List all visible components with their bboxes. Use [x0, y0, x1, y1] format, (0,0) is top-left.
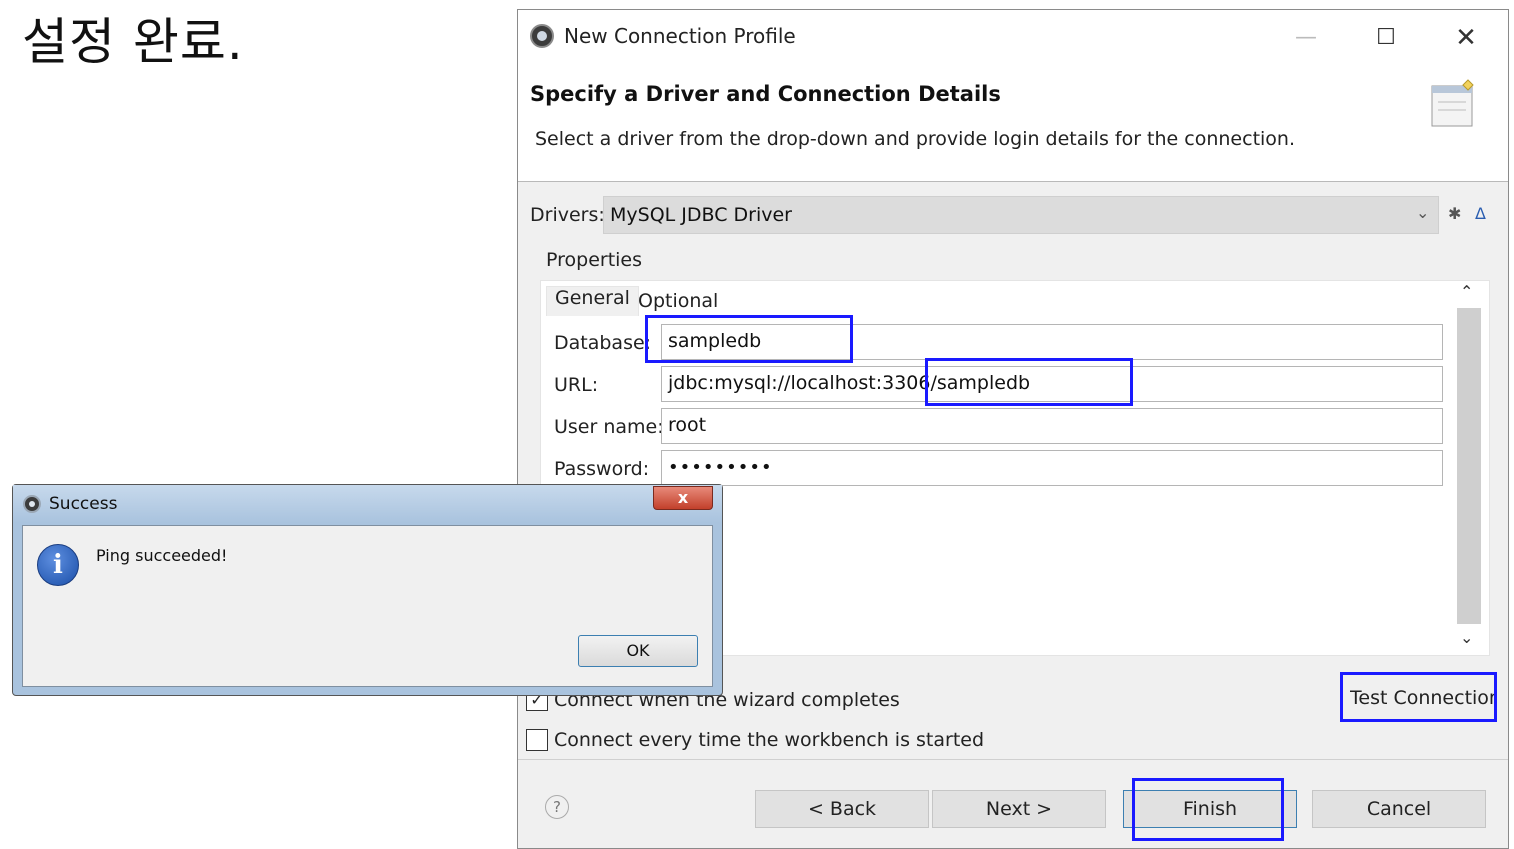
dialog-close-button[interactable]: x [653, 486, 713, 510]
back-button[interactable]: < Back [755, 790, 929, 828]
username-value: root [668, 414, 707, 436]
properties-scrollbar[interactable] [1457, 308, 1481, 624]
footer-divider [518, 759, 1508, 760]
finish-highlight-box [1132, 778, 1284, 841]
wizard-banner-icon [1431, 79, 1474, 127]
url-highlight-box [925, 358, 1133, 406]
drivers-selected-value: MySQL JDBC Driver [610, 204, 792, 226]
test-connection-highlight-box [1340, 672, 1497, 722]
window-title: New Connection Profile [564, 24, 796, 48]
next-button[interactable]: Next > [932, 790, 1106, 828]
chevron-down-icon: ⌄ [1416, 203, 1430, 222]
eclipse-icon [23, 495, 41, 513]
database-highlight-box [645, 315, 853, 363]
tab-general[interactable]: General [546, 286, 639, 316]
dialog-titlebar: Success x [13, 485, 722, 523]
database-label: Database: [554, 332, 652, 354]
scroll-up-icon[interactable]: ⌃ [1460, 282, 1473, 301]
connect-every-time-checkbox[interactable] [526, 729, 548, 751]
drivers-label: Drivers: [530, 204, 605, 226]
window-titlebar: New Connection Profile — ☐ ✕ [518, 10, 1508, 68]
url-label: URL: [554, 374, 599, 396]
minimize-button[interactable]: — [1283, 18, 1329, 58]
edit-driver-icon[interactable]: Δ [1475, 204, 1486, 223]
password-field[interactable]: ••••••••• [661, 450, 1443, 486]
ok-button[interactable]: OK [578, 635, 698, 667]
drivers-dropdown[interactable]: MySQL JDBC Driver ⌄ [603, 196, 1439, 234]
wizard-header: Specify a Driver and Connection Details … [518, 68, 1508, 182]
username-label: User name: [554, 416, 664, 438]
dialog-title: Success [49, 494, 118, 514]
close-button[interactable]: ✕ [1443, 18, 1489, 58]
help-icon[interactable]: ? [545, 795, 569, 819]
username-field[interactable]: root [661, 408, 1443, 444]
scroll-down-icon[interactable]: ⌄ [1460, 628, 1473, 647]
page-caption: 설정 완료. [22, 13, 244, 71]
success-dialog: Success x i Ping succeeded! OK [12, 484, 723, 696]
cancel-button[interactable]: Cancel [1312, 790, 1486, 828]
dialog-message: Ping succeeded! [96, 546, 228, 565]
properties-label: Properties [546, 249, 643, 271]
maximize-button[interactable]: ☐ [1363, 18, 1409, 58]
new-driver-icon[interactable]: ✱ [1448, 204, 1461, 223]
dialog-body: i Ping succeeded! OK [22, 525, 713, 687]
info-icon: i [37, 544, 79, 586]
new-connection-profile-window: New Connection Profile — ☐ ✕ Specify a D… [517, 9, 1509, 849]
connect-every-time-label: Connect every time the workbench is star… [554, 729, 985, 751]
wizard-description: Select a driver from the drop-down and p… [535, 128, 1295, 150]
eclipse-icon [530, 24, 554, 48]
password-value: ••••••••• [668, 457, 773, 478]
tab-optional[interactable]: Optional [638, 290, 718, 312]
wizard-title: Specify a Driver and Connection Details [530, 82, 1001, 106]
password-label: Password: [554, 458, 650, 480]
